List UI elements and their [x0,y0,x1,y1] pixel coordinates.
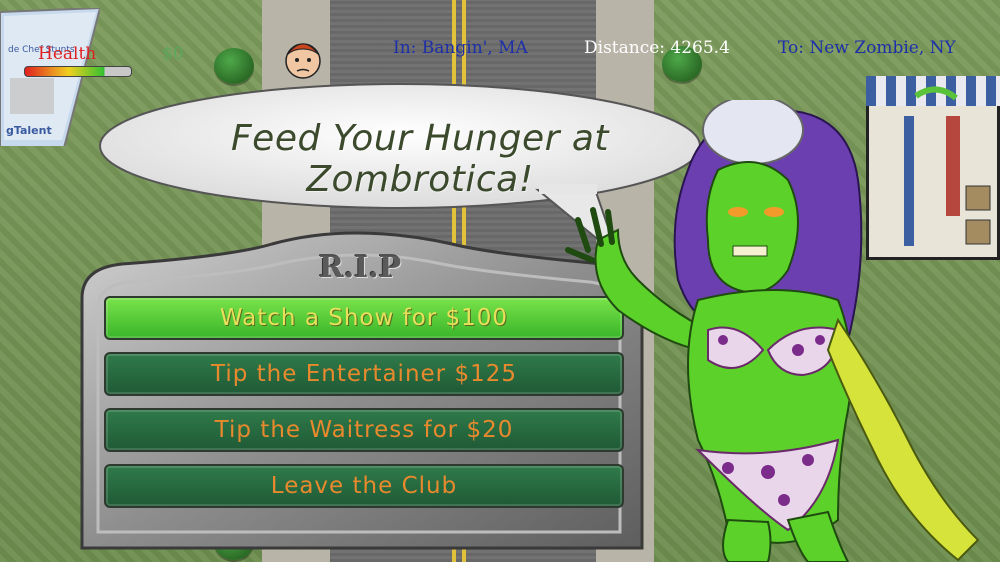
health-bar [24,66,132,77]
leave-club-button[interactable]: Leave the Club [104,464,624,508]
billboard: de Chef Stunts gTalent [0,8,100,146]
tree [214,48,254,84]
distance-label: Distance: 4265.4 [584,38,730,58]
player-portrait [285,43,321,79]
zombie-character [565,100,980,562]
health-label: Health [38,44,97,64]
menu-title: R.I.P [318,250,402,285]
money-counter: $0 [162,44,184,64]
destination-label: To: New Zombie, NY [778,38,956,58]
billboard-text-bottom: gTalent [6,124,52,137]
watch-show-button[interactable]: Watch a Show for $100 [104,296,624,340]
location-label: In: Bangin', MA [393,38,528,58]
tip-entertainer-button[interactable]: Tip the Entertainer $125 [104,352,624,396]
tip-waitress-button[interactable]: Tip the Waitress for $20 [104,408,624,452]
